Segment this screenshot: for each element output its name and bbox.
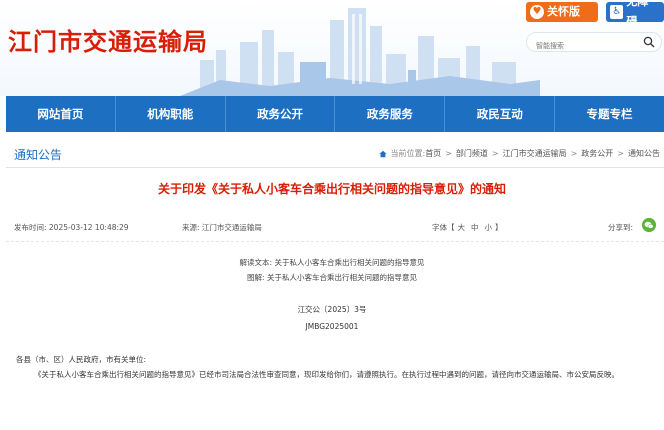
article-source: 来源: 江门市交通运输局 [182, 223, 262, 232]
related-links: 解读文本: 关于私人小客车合乘出行相关问题的指导意见 图解: 关于私人小客车合乘… [0, 255, 664, 285]
breadcrumb-item-gov-disclosure[interactable]: 政务公开 [581, 148, 613, 159]
nav-item-interaction[interactable]: 政民互动 [445, 96, 556, 132]
font-size-control: 字体【大中小】 [432, 222, 503, 233]
site-header: 江门市交通运输局 ♥ 关怀版 ♿ 无障碍 [0, 0, 664, 96]
care-mode-label: 关怀版 [547, 5, 580, 18]
breadcrumb-item-dept-channel[interactable]: 部门频道 [456, 148, 488, 159]
document-number: 江交公〔2025〕3号 [297, 305, 367, 314]
font-size-label: 字体【 [432, 223, 455, 232]
city-skyline-banner [180, 8, 540, 96]
home-icon [379, 150, 388, 157]
graphic-interpretation-link[interactable]: 图解: 关于私人小客车合乘出行相关问题的指导意见 [0, 270, 664, 285]
search-icon[interactable] [643, 36, 655, 48]
nav-item-gov-services[interactable]: 政务服务 [335, 96, 446, 132]
breadcrumb: 当前位置: 首页 > 部门频道 > 江门市交通运输局 > 政务公开 > 通知公告 [379, 148, 660, 159]
breadcrumb-item-home[interactable]: 首页 [425, 148, 441, 159]
article-body: 各县（市、区）人民政府，市有关单位: 《关于私人小客车合乘出行相关问题的指导意见… [16, 352, 660, 382]
article-meta: 发布时间: 2025-03-12 10:48:29 来源: 江门市交通运输局 字… [14, 218, 656, 234]
accessibility-label: 无障碍 [626, 0, 649, 28]
publish-time: 发布时间: 2025-03-12 10:48:29 [14, 223, 129, 232]
breadcrumb-bar: 通知公告 当前位置: 首页 > 部门频道 > 江门市交通运输局 > 政务公开 >… [6, 140, 664, 168]
breadcrumb-separator: > [617, 149, 624, 158]
wheelchair-icon: ♿ [610, 5, 624, 19]
accessibility-button[interactable]: ♿ 无障碍 [606, 0, 664, 28]
nav-item-special-topics[interactable]: 专题专栏 [555, 96, 664, 132]
breadcrumb-separator: > [491, 149, 499, 158]
breadcrumb-prefix: 当前位置: [390, 149, 426, 158]
nav-item-home[interactable]: 网站首页 [6, 96, 116, 132]
nav-item-gov-disclosure[interactable]: 政务公开 [226, 96, 336, 132]
breadcrumb-item-bureau[interactable]: 江门市交通运输局 [503, 148, 567, 159]
care-mode-button[interactable]: ♥ 关怀版 [526, 2, 598, 22]
search-box [526, 32, 662, 55]
section-title: 通知公告 [14, 148, 63, 162]
document-code: JMBG2025001 [305, 322, 359, 331]
interpretation-link[interactable]: 解读文本: 关于私人小客车合乘出行相关问题的指导意见 [0, 255, 664, 270]
breadcrumb-separator: > [570, 149, 578, 158]
share-label: 分享到: [608, 223, 634, 232]
search-input[interactable] [527, 37, 637, 55]
article-title: 关于印发《关于私人小客车合乘出行相关问题的指导意见》的通知 [157, 182, 506, 196]
font-size-small[interactable]: 小 [485, 223, 493, 232]
breadcrumb-item-notices[interactable]: 通知公告 [628, 148, 660, 159]
nav-item-functions[interactable]: 机构职能 [116, 96, 226, 132]
meta-divider [6, 241, 664, 242]
main-nav: 网站首页 机构职能 政务公开 政务服务 政民互动 专题专栏 [6, 96, 664, 132]
body-paragraph: 《关于私人小客车合乘出行相关问题的指导意见》已经市司法局合法性审查同意，现印发给… [34, 370, 619, 379]
salutation: 各县（市、区）人民政府，市有关单位: [16, 355, 147, 364]
font-size-medium[interactable]: 中 [471, 223, 479, 232]
font-size-large[interactable]: 大 [458, 223, 466, 232]
care-icon: ♥ [530, 5, 544, 19]
font-size-close: 】 [495, 223, 503, 232]
wechat-share-icon[interactable] [642, 218, 656, 232]
breadcrumb-separator: > [445, 149, 452, 158]
document-number-block: 江交公〔2025〕3号 JMBG2025001 [0, 301, 664, 335]
site-title[interactable]: 江门市交通运输局 [8, 22, 208, 57]
